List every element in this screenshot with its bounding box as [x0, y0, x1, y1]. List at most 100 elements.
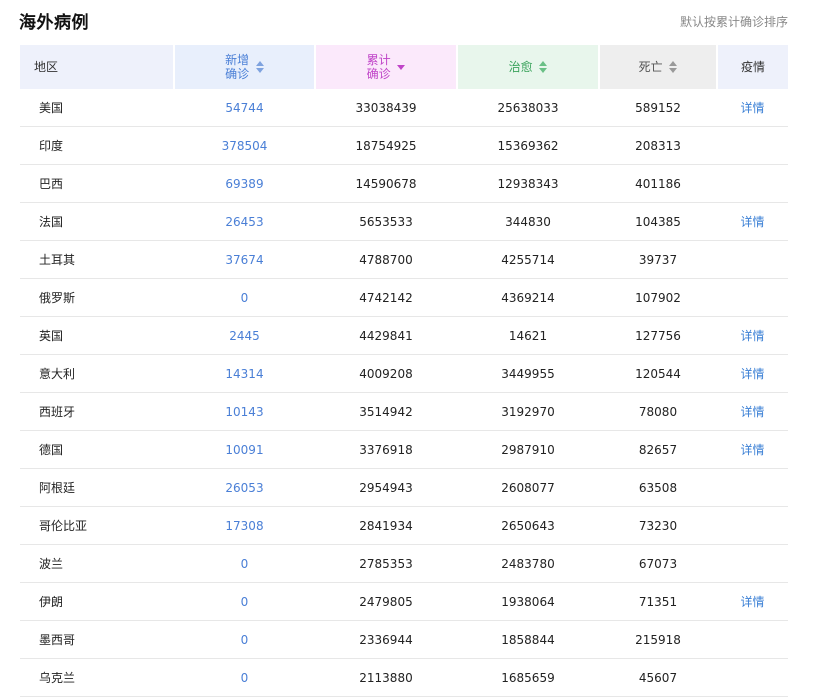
table-row: 德国 10091 3376918 2987910 82657 详情 [20, 430, 788, 469]
detail-cell [717, 126, 788, 165]
new-confirmed-cell: 0 [174, 544, 315, 583]
detail-cell: 详情 [717, 582, 788, 621]
cured-cell: 3449955 [457, 354, 599, 393]
detail-link[interactable]: 详情 [740, 595, 764, 609]
total-confirmed-cell: 2113880 [315, 658, 457, 697]
detail-link[interactable]: 详情 [740, 215, 764, 229]
new-confirmed-cell: 37674 [174, 240, 315, 279]
region-cell: 墨西哥 [20, 620, 174, 659]
deaths-cell: 39737 [599, 240, 717, 279]
total-confirmed-cell: 5653533 [315, 202, 457, 241]
sort-arrows-icon[interactable] [539, 61, 548, 74]
cured-cell: 25638033 [457, 89, 599, 127]
deaths-cell: 73230 [599, 506, 717, 545]
new-confirmed-cell: 10091 [174, 430, 315, 469]
detail-link[interactable]: 详情 [740, 443, 764, 457]
table-row: 乌克兰 0 2113880 1685659 45607 [20, 658, 788, 697]
total-confirmed-cell: 2336944 [315, 620, 457, 659]
new-confirmed-cell: 10143 [174, 392, 315, 431]
cured-cell: 1938064 [457, 582, 599, 621]
total-confirmed-cell: 33038439 [315, 89, 457, 127]
table-row: 印度 378504 18754925 15369362 208313 [20, 126, 788, 165]
table-row: 英国 2445 4429841 14621 127756 详情 [20, 316, 788, 355]
column-header-cured[interactable]: 治愈 [457, 45, 600, 89]
new-confirmed-cell: 54744 [174, 89, 315, 127]
deaths-cell: 127756 [599, 316, 717, 355]
new-confirmed-cell: 0 [174, 620, 315, 659]
deaths-cell: 215918 [599, 620, 717, 659]
table-row: 阿根廷 26053 2954943 2608077 63508 [20, 468, 788, 507]
region-cell: 美国 [20, 89, 174, 127]
region-cell: 土耳其 [20, 240, 174, 279]
sort-arrows-icon[interactable] [255, 61, 264, 73]
deaths-cell: 45607 [599, 658, 717, 697]
table-row: 哥伦比亚 17308 2841934 2650643 73230 [20, 506, 788, 545]
region-cell: 意大利 [20, 354, 174, 393]
detail-cell: 详情 [717, 430, 788, 469]
table-header-row: 地区 新增 确诊 累计 确诊 治愈 死亡 疫情 [20, 45, 788, 89]
column-header-new-confirmed[interactable]: 新增 确诊 [174, 45, 316, 89]
table-row: 波兰 0 2785353 2483780 67073 [20, 544, 788, 583]
total-confirmed-cell: 18754925 [315, 126, 457, 165]
cured-cell: 15369362 [457, 126, 599, 165]
column-header-total-confirmed[interactable]: 累计 确诊 [315, 45, 458, 89]
deaths-cell: 589152 [599, 89, 717, 127]
total-confirmed-cell: 2785353 [315, 544, 457, 583]
region-cell: 俄罗斯 [20, 278, 174, 317]
column-header-deaths[interactable]: 死亡 [599, 45, 718, 89]
new-confirmed-cell: 0 [174, 582, 315, 621]
region-cell: 德国 [20, 430, 174, 469]
detail-cell: 详情 [717, 89, 788, 127]
detail-cell: 详情 [717, 316, 788, 355]
cured-cell: 3192970 [457, 392, 599, 431]
cases-table: 地区 新增 确诊 累计 确诊 治愈 死亡 疫情 美国 54744 3303843… [20, 45, 788, 697]
region-cell: 英国 [20, 316, 174, 355]
deaths-cell: 120544 [599, 354, 717, 393]
detail-cell: 详情 [717, 202, 788, 241]
table-row: 意大利 14314 4009208 3449955 120544 详情 [20, 354, 788, 393]
sort-descending-icon[interactable] [397, 64, 406, 70]
deaths-cell: 82657 [599, 430, 717, 469]
detail-link[interactable]: 详情 [740, 367, 764, 381]
detail-cell [717, 544, 788, 583]
detail-cell [717, 468, 788, 507]
cured-cell: 2483780 [457, 544, 599, 583]
new-confirmed-cell: 378504 [174, 126, 315, 165]
deaths-cell: 71351 [599, 582, 717, 621]
region-cell: 法国 [20, 202, 174, 241]
total-confirmed-cell: 4009208 [315, 354, 457, 393]
new-confirmed-cell: 0 [174, 278, 315, 317]
region-cell: 西班牙 [20, 392, 174, 431]
new-confirmed-cell: 14314 [174, 354, 315, 393]
detail-cell [717, 278, 788, 317]
cured-cell: 4255714 [457, 240, 599, 279]
deaths-cell: 104385 [599, 202, 717, 241]
sort-arrows-icon[interactable] [669, 61, 678, 74]
new-confirmed-cell: 17308 [174, 506, 315, 545]
region-cell: 巴西 [20, 164, 174, 203]
table-row: 伊朗 0 2479805 1938064 71351 详情 [20, 582, 788, 621]
deaths-cell: 67073 [599, 544, 717, 583]
cured-cell: 2608077 [457, 468, 599, 507]
table-row: 墨西哥 0 2336944 1858844 215918 [20, 620, 788, 659]
table-row: 土耳其 37674 4788700 4255714 39737 [20, 240, 788, 279]
detail-link[interactable]: 详情 [740, 101, 764, 115]
page-title: 海外病例 [19, 13, 89, 33]
new-confirmed-cell: 69389 [174, 164, 315, 203]
cured-cell: 12938343 [457, 164, 599, 203]
total-confirmed-cell: 4742142 [315, 278, 457, 317]
sort-note: 默认按累计确诊排序 [679, 15, 788, 29]
cured-cell: 344830 [457, 202, 599, 241]
deaths-cell: 78080 [599, 392, 717, 431]
new-confirmed-cell: 26453 [174, 202, 315, 241]
table-row: 美国 54744 33038439 25638033 589152 详情 [20, 89, 788, 127]
region-cell: 乌克兰 [20, 658, 174, 697]
cured-cell: 2650643 [457, 506, 599, 545]
new-confirmed-cell: 0 [174, 658, 315, 697]
cured-cell: 4369214 [457, 278, 599, 317]
total-confirmed-cell: 3376918 [315, 430, 457, 469]
detail-cell [717, 620, 788, 659]
total-confirmed-cell: 2954943 [315, 468, 457, 507]
detail-link[interactable]: 详情 [740, 329, 764, 343]
detail-link[interactable]: 详情 [740, 405, 764, 419]
